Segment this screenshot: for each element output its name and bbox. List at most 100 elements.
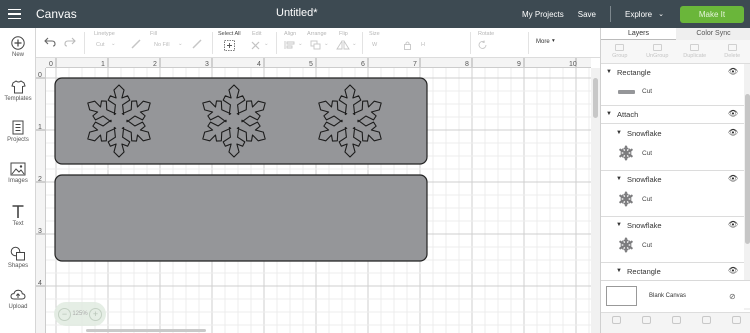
redo-icon[interactable] — [64, 37, 76, 47]
rectangle-shape-bottom[interactable] — [54, 174, 428, 262]
canvas-vertical-scrollbar[interactable] — [591, 68, 600, 333]
canvas-horizontal-scrollbar[interactable] — [86, 329, 206, 332]
layer-attach-group[interactable]: ▼ Attach 👁 — [601, 107, 744, 121]
snowflake-glyph — [619, 145, 633, 161]
caret-down-icon[interactable]: ▼ — [606, 69, 612, 75]
layer-thumbnail — [618, 90, 635, 94]
my-projects-link[interactable]: My Projects — [522, 10, 564, 19]
align-label: Align — [284, 31, 297, 37]
caret-down-icon[interactable]: ▼ — [616, 222, 622, 228]
ruler-label: 7 — [413, 61, 417, 68]
app-title: Canvas — [36, 7, 77, 21]
fill-select[interactable]: No Fill — [154, 42, 170, 48]
caret-down-icon[interactable]: ▼ — [616, 268, 622, 274]
sidebar-item-label: Images — [8, 178, 28, 184]
layer-operation: Cut — [642, 150, 653, 157]
canvas-objects — [54, 77, 428, 262]
scroll-thumb[interactable] — [593, 78, 598, 118]
save-button[interactable]: Save — [578, 10, 596, 19]
eye-slash-icon[interactable]: ⊘ — [729, 292, 736, 301]
duplicate-label: Duplicate — [683, 53, 707, 59]
eye-icon[interactable]: 👁 — [728, 67, 738, 76]
chevron-down-icon: ⌄ — [111, 41, 116, 47]
group-button[interactable]: Group — [601, 40, 639, 63]
toolbar-divider — [84, 32, 85, 54]
toolbar-divider — [362, 32, 363, 54]
scroll-thumb[interactable] — [745, 94, 750, 244]
layer-name: Snowflake — [627, 221, 662, 230]
caret-down-icon[interactable]: ▼ — [606, 111, 612, 117]
layers-panel: Layers Color Sync Group UnGroup Duplicat… — [600, 28, 750, 333]
caret-down-icon[interactable]: ▼ — [616, 130, 622, 136]
ruler-label: 8 — [465, 61, 469, 68]
weld-button[interactable] — [631, 313, 661, 333]
snowflake-icon — [619, 145, 633, 161]
eye-icon[interactable]: 👁 — [728, 174, 738, 183]
sidebar-item-projects[interactable]: Projects — [0, 120, 36, 143]
sidebar-item-text[interactable]: Text — [0, 204, 36, 227]
zoom-control: − 125% + — [54, 302, 106, 326]
group-label: Group — [612, 53, 628, 59]
layer-snowflake[interactable]: ▼ Snowflake 👁 Cut — [601, 217, 744, 261]
zoom-out-button[interactable]: − — [58, 307, 71, 321]
eye-icon[interactable]: 👁 — [728, 220, 738, 229]
layer-rectangle[interactable]: ▼ Rectangle 👁 — [601, 264, 744, 278]
tab-layers[interactable]: Layers — [601, 28, 676, 40]
tab-color-sync[interactable]: Color Sync — [676, 28, 750, 40]
plus-icon — [11, 36, 25, 50]
top-bar: Canvas Untitled* My Projects Save Explor… — [0, 0, 750, 28]
sidebar-item-images[interactable]: Images — [0, 162, 36, 184]
sidebar-item-label: Projects — [7, 137, 29, 143]
delete-button[interactable]: Delete — [714, 40, 750, 63]
sidebar-item-templates[interactable]: Templates — [0, 80, 36, 102]
flip-icon[interactable] — [336, 40, 350, 50]
linetype-select[interactable]: Cut — [96, 42, 105, 48]
snowflake-icon — [619, 237, 633, 253]
sidebar-item-new[interactable]: New — [0, 36, 36, 58]
eye-icon[interactable]: 👁 — [728, 128, 738, 137]
ruler-label: 3 — [205, 61, 209, 68]
chevron-down-icon: ⌄ — [352, 41, 357, 47]
fill-color-icon[interactable] — [192, 39, 202, 49]
layer-snowflake[interactable]: ▼ Snowflake 👁 Cut — [601, 171, 744, 215]
sidebar-item-label: Text — [12, 221, 24, 227]
blank-canvas-row[interactable]: Blank Canvas ⊘ — [601, 280, 750, 308]
select-all-icon[interactable] — [224, 40, 235, 51]
layer-snowflake[interactable]: ▼ Snowflake 👁 Cut — [601, 125, 744, 169]
eye-icon[interactable]: 👁 — [728, 109, 738, 118]
zoom-in-button[interactable]: + — [88, 307, 102, 321]
lock-icon[interactable] — [403, 40, 412, 50]
rotate-icon[interactable] — [478, 40, 488, 50]
divider — [601, 123, 744, 124]
undo-icon[interactable] — [44, 37, 56, 47]
flatten-button[interactable] — [691, 313, 721, 333]
layer-rectangle[interactable]: ▼ Rectangle 👁 Cut — [601, 64, 744, 104]
sidebar-item-shapes[interactable]: Shapes — [0, 246, 36, 269]
sidebar-item-label: Templates — [4, 96, 32, 102]
edit-icon[interactable] — [250, 40, 262, 51]
sidebar-item-upload[interactable]: Upload — [0, 288, 36, 310]
machine-select[interactable]: Explore ⌄ — [625, 10, 664, 19]
document-title[interactable]: Untitled* — [276, 7, 318, 19]
weld-icon — [641, 316, 651, 324]
make-it-button[interactable]: Make It — [680, 5, 744, 23]
more-button[interactable]: More — [536, 39, 550, 45]
slice-button[interactable] — [601, 313, 631, 333]
group-icon — [615, 44, 625, 51]
design-canvas[interactable]: 01234567891011 01234 − 125% + — [36, 58, 600, 333]
duplicate-button[interactable]: Duplicate — [676, 40, 714, 63]
contour-button[interactable] — [721, 313, 750, 333]
line-color-icon[interactable] — [131, 39, 141, 49]
eye-icon[interactable]: 👁 — [728, 266, 738, 275]
attach-button[interactable] — [661, 313, 691, 333]
layers-scrollbar[interactable] — [744, 64, 750, 310]
align-icon[interactable] — [284, 40, 296, 50]
snowflake-glyph — [619, 237, 633, 253]
arrange-icon[interactable] — [310, 40, 322, 50]
ungroup-icon — [652, 44, 662, 51]
caret-down-icon[interactable]: ▼ — [616, 176, 622, 182]
hamburger-menu-icon[interactable] — [0, 0, 28, 28]
canvas-color-swatch[interactable] — [606, 286, 637, 306]
chevron-down-icon: ⌄ — [324, 41, 329, 47]
ungroup-button[interactable]: UnGroup — [639, 40, 677, 63]
